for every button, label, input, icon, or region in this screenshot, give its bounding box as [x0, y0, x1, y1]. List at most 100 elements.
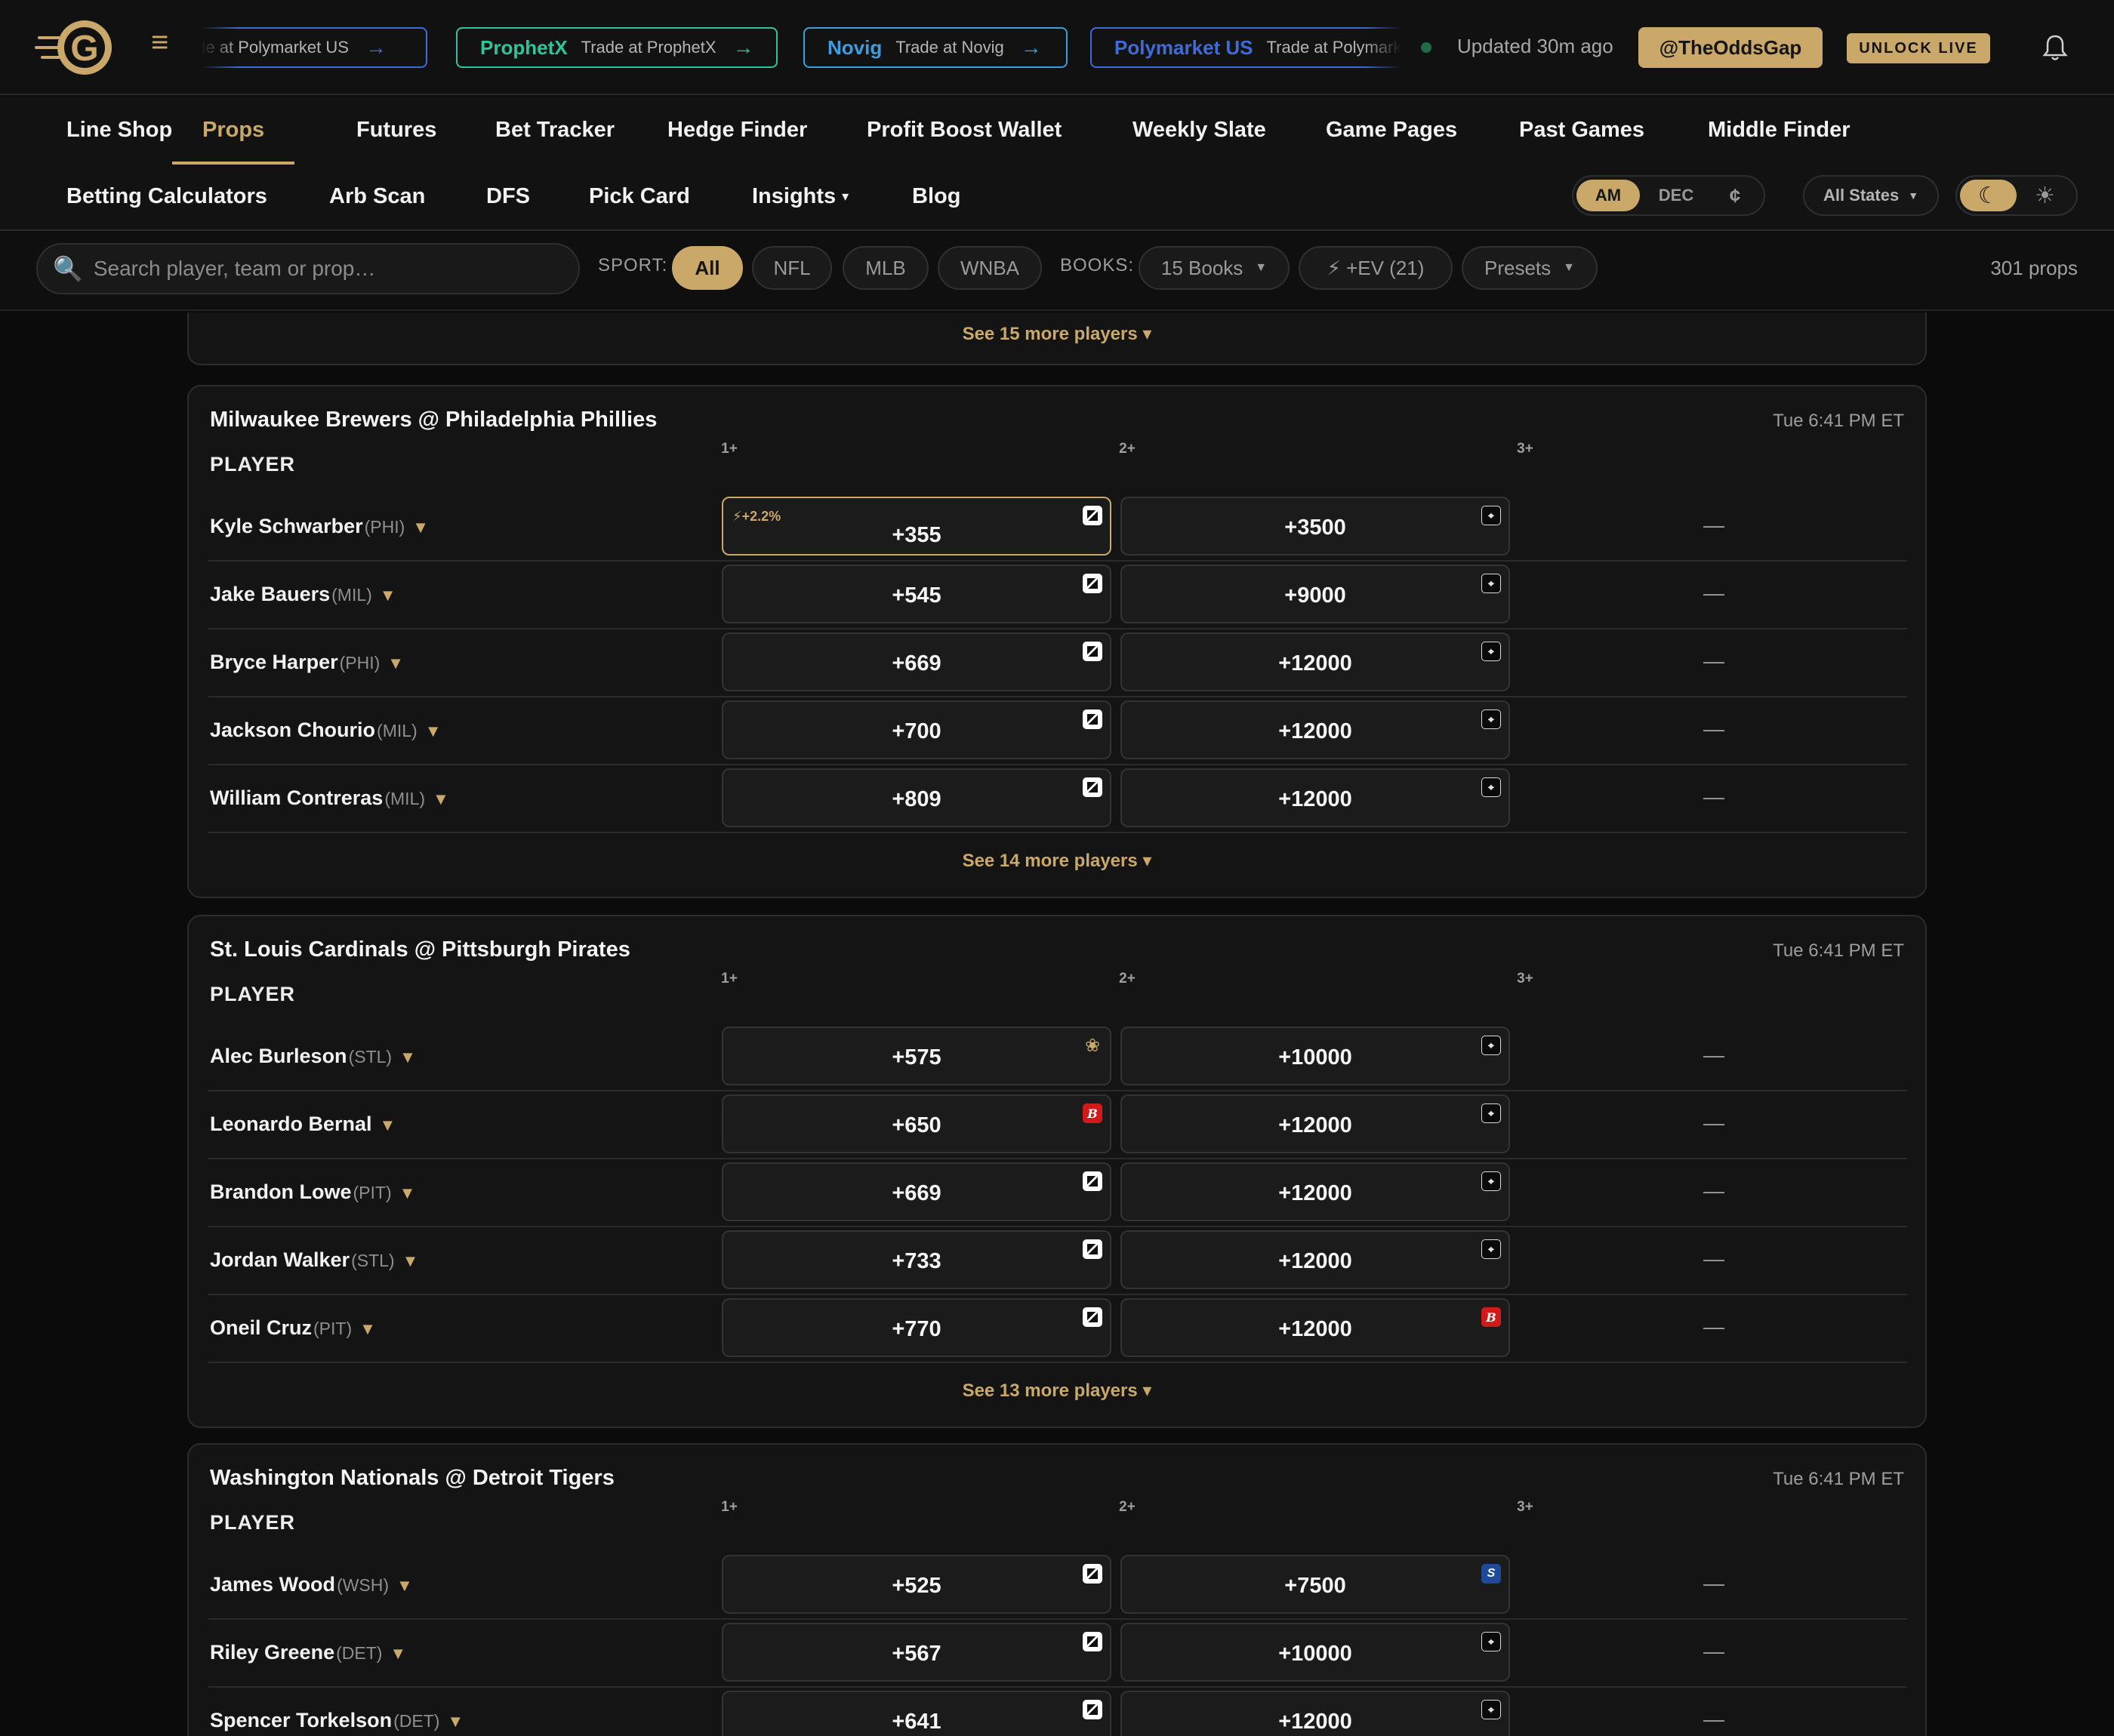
unlock-live-button[interactable]: UNLOCK LIVE [1847, 33, 1990, 63]
sport-pill-all[interactable]: All [672, 246, 743, 290]
player-name-toggle[interactable]: Spencer Torkelson(DET) ▼ [210, 1709, 464, 1732]
odds-cell-2plus[interactable]: +12000 ⌖ [1120, 1162, 1510, 1221]
nav-row-secondary: Betting Calculators Arb Scan DFS Pick Card I… [0, 163, 2114, 229]
odds-cell-1plus[interactable]: +545 [722, 565, 1111, 623]
nav-item-weekly-slate[interactable]: Weekly Slate [1102, 97, 1296, 163]
sportsbook-logo-icon: ⌖ [1481, 1239, 1501, 1259]
odds-cell-3plus-empty: — [1703, 513, 1724, 537]
player-name-toggle[interactable]: Oneil Cruz(PIT) ▼ [210, 1316, 376, 1340]
game-title[interactable]: St. Louis Cardinals @ Pittsburgh Pirates [210, 937, 630, 962]
nav-item-bet-tracker[interactable]: Bet Tracker [465, 97, 645, 163]
nav-item-past-games[interactable]: Past Games [1489, 97, 1675, 163]
odds-cell-1plus[interactable]: +669 [722, 633, 1111, 691]
nav-item-props[interactable]: Props [172, 97, 295, 165]
player-team: (PHI) [364, 517, 405, 537]
player-name-toggle[interactable]: Kyle Schwarber(PHI) ▼ [210, 515, 429, 538]
nav-item-profit-boost-wallet[interactable]: Profit Boost Wallet [837, 97, 1092, 163]
odds-cell-2plus[interactable]: +12000 ⌖ [1120, 1094, 1510, 1153]
odds-cell-1plus[interactable]: +809 [722, 768, 1111, 827]
player-name-toggle[interactable]: Alec Burleson(STL) ▼ [210, 1045, 416, 1068]
player-name: Jake Bauers [210, 583, 331, 605]
player-row: Spencer Torkelson(DET) ▼ +641 +12000 ⌖ — [208, 1688, 1907, 1736]
odds-cell-2plus[interactable]: +7500 S [1120, 1555, 1510, 1614]
odds-cell-2plus[interactable]: +9000 ⌖ [1120, 565, 1510, 623]
odds-cell-3plus-empty: — [1703, 581, 1724, 605]
odds-cell-1plus[interactable]: +650 B [722, 1094, 1111, 1153]
sportsbook-promo-card[interactable]: Novig Trade at Novig → [803, 27, 1068, 68]
state-select[interactable]: All States ▼ [1803, 175, 1939, 216]
odds-cell-1plus[interactable]: +700 [722, 700, 1111, 759]
theoddsgap-logo-icon[interactable]: G [35, 17, 119, 78]
player-name-toggle[interactable]: Jackson Chourio(MIL) ▼ [210, 719, 442, 742]
odds-format-toggle[interactable]: AM DEC ¢ [1572, 175, 1765, 216]
odds-cell-1plus[interactable]: +525 [722, 1555, 1111, 1614]
odds-cell-1plus[interactable]: +770 [722, 1298, 1111, 1357]
theme-toggle[interactable]: ☾ ☀ [1955, 175, 2078, 216]
player-name-toggle[interactable]: James Wood(WSH) ▼ [210, 1573, 413, 1596]
game-title[interactable]: Milwaukee Brewers @ Philadelphia Phillie… [210, 408, 657, 432]
player-name-toggle[interactable]: Bryce Harper(PHI) ▼ [210, 651, 404, 674]
presets-dropdown[interactable]: Presets ▼ [1462, 246, 1598, 290]
search-icon: 🔍 [53, 255, 83, 282]
odds-cell-1plus[interactable]: +641 [722, 1691, 1111, 1736]
nav-item-futures[interactable]: Futures [326, 97, 467, 163]
player-name-toggle[interactable]: Jake Bauers(MIL) ▼ [210, 583, 396, 606]
sport-pill-nfl[interactable]: NFL [752, 246, 832, 290]
sportsbook-promo-card[interactable]: Trade at Polymarket US → [201, 27, 427, 68]
sportsbook-logo-icon: ⌖ [1481, 777, 1501, 797]
nav-item-insights[interactable]: Insights ▾ [722, 163, 879, 229]
twitter-handle-button[interactable]: @TheOddsGap [1638, 27, 1823, 68]
odds-cell-2plus[interactable]: +12000 ⌖ [1120, 633, 1510, 691]
sportsbook-promo-card[interactable]: ProphetX Trade at ProphetX → [456, 27, 778, 68]
odds-format-decimal[interactable]: DEC [1640, 180, 1712, 211]
bell-icon[interactable] [2042, 33, 2069, 62]
odds-value: +12000 [1278, 1316, 1352, 1341]
odds-cell-2plus[interactable]: +12000 ⌖ [1120, 768, 1510, 827]
sportsbook-logo-icon [1083, 574, 1102, 593]
see-more-players-button[interactable]: See 14 more players ▾ [189, 850, 1925, 872]
odds-cell-2plus[interactable]: +10000 ⌖ [1120, 1623, 1510, 1682]
odds-cell-2plus[interactable]: +12000 B [1120, 1298, 1510, 1357]
odds-format-american[interactable]: AM [1576, 180, 1640, 211]
moon-icon[interactable]: ☾ [1960, 180, 2017, 211]
nav-item-middle-finder[interactable]: Middle Finder [1678, 97, 1881, 163]
search-box[interactable]: 🔍 [36, 243, 580, 294]
sun-icon[interactable]: ☀ [2017, 180, 2073, 211]
odds-cell-1plus[interactable]: +575 ❀ [722, 1027, 1111, 1085]
odds-cell-1plus[interactable]: +567 [722, 1623, 1111, 1682]
player-name-toggle[interactable]: William Contreras(MIL) ▼ [210, 786, 449, 810]
odds-cell-2plus[interactable]: +10000 ⌖ [1120, 1027, 1510, 1085]
sportsbook-promo-card[interactable]: Polymarket USTrade at Polymarket US→ [1090, 27, 1401, 68]
odds-value: +12000 [1278, 786, 1352, 811]
game-title[interactable]: Washington Nationals @ Detroit Tigers [210, 1466, 615, 1491]
odds-cell-1plus[interactable]: ⚡+2.2% +355 [722, 497, 1111, 556]
odds-value: +641 [892, 1709, 941, 1734]
odds-cell-2plus[interactable]: +12000 ⌖ [1120, 1230, 1510, 1289]
nav-item-arb-scan[interactable]: Arb Scan [299, 163, 455, 229]
nav-item-betting-calculators[interactable]: Betting Calculators [36, 163, 297, 229]
nav-item-blog[interactable]: Blog [882, 163, 991, 229]
menu-icon[interactable]: ≡ [151, 27, 168, 57]
player-name-toggle[interactable]: Brandon Lowe(PIT) ▼ [210, 1180, 415, 1204]
books-dropdown[interactable]: 15 Books ▼ [1139, 246, 1290, 290]
nav-item-dfs[interactable]: DFS [456, 163, 560, 229]
ev-filter-button[interactable]: ⚡ +EV (21) [1299, 246, 1453, 290]
odds-format-cents[interactable]: ¢ [1712, 180, 1758, 211]
odds-cell-2plus[interactable]: +12000 ⌖ [1120, 700, 1510, 759]
odds-cell-2plus[interactable]: +3500 ⌖ [1120, 497, 1510, 556]
odds-cell-1plus[interactable]: +733 [722, 1230, 1111, 1289]
sport-pill-wnba[interactable]: WNBA [938, 246, 1042, 290]
see-more-players-button[interactable]: See 15 more players ▾ [189, 323, 1925, 345]
sport-pill-mlb[interactable]: MLB [843, 246, 929, 290]
nav-item-hedge-finder[interactable]: Hedge Finder [637, 97, 837, 163]
player-name-toggle[interactable]: Riley Greene(DET) ▼ [210, 1641, 406, 1664]
player-name-toggle[interactable]: Leonardo Bernal ▼ [210, 1113, 396, 1136]
odds-cell-1plus[interactable]: +669 [722, 1162, 1111, 1221]
odds-value: +355 [892, 522, 941, 547]
nav-item-pick-card[interactable]: Pick Card [559, 163, 720, 229]
search-input[interactable] [93, 257, 547, 281]
nav-item-game-pages[interactable]: Game Pages [1296, 97, 1487, 163]
odds-cell-2plus[interactable]: +12000 ⌖ [1120, 1691, 1510, 1736]
see-more-players-button[interactable]: See 13 more players ▾ [189, 1380, 1925, 1402]
player-name-toggle[interactable]: Jordan Walker(STL) ▼ [210, 1248, 418, 1272]
